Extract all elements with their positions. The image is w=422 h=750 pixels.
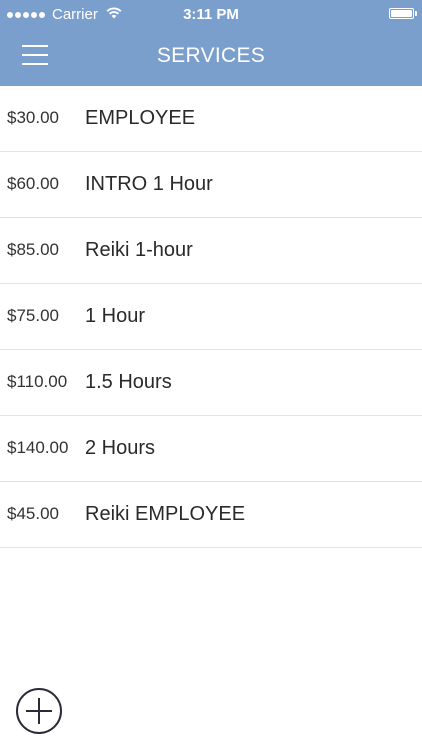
services-list: $30.00 EMPLOYEE $60.00 INTRO 1 Hour $85.… — [0, 86, 422, 548]
service-price: $140.00 — [7, 438, 69, 457]
service-row[interactable]: $110.00 1.5 Hours — [0, 350, 422, 416]
service-row[interactable]: $140.00 2 Hours — [0, 416, 422, 482]
service-row[interactable]: $45.00 Reiki EMPLOYEE — [0, 482, 422, 548]
service-row[interactable]: $60.00 INTRO 1 Hour — [0, 152, 422, 218]
status-time: 3:11 PM — [183, 6, 239, 23]
service-name: Reiki 1-hour — [85, 239, 193, 261]
service-name: 2 Hours — [85, 437, 156, 459]
service-price: $30.00 — [7, 108, 59, 127]
service-name: 1.5 Hours — [85, 371, 172, 393]
service-name: INTRO 1 Hour — [85, 173, 213, 195]
service-name: 1 Hour — [85, 305, 146, 327]
service-name: EMPLOYEE — [85, 107, 196, 129]
add-service-button[interactable] — [16, 688, 62, 734]
service-price: $45.00 — [7, 504, 59, 523]
service-row[interactable]: $85.00 Reiki 1-hour — [0, 218, 422, 284]
page-title: SERVICES — [156, 44, 266, 67]
service-price: $110.00 — [7, 372, 68, 391]
service-price: $85.00 — [7, 240, 59, 259]
app-header: Carrier 3:11 PM SERVICES — [0, 0, 422, 86]
service-row[interactable]: $75.00 1 Hour — [0, 284, 422, 350]
service-price: $60.00 — [7, 174, 59, 193]
battery-icon — [389, 8, 417, 19]
service-price: $75.00 — [7, 306, 59, 325]
service-row[interactable]: $30.00 EMPLOYEE — [0, 86, 422, 152]
service-name: Reiki EMPLOYEE — [85, 503, 246, 525]
status-bar: Carrier 3:11 PM — [0, 0, 422, 30]
